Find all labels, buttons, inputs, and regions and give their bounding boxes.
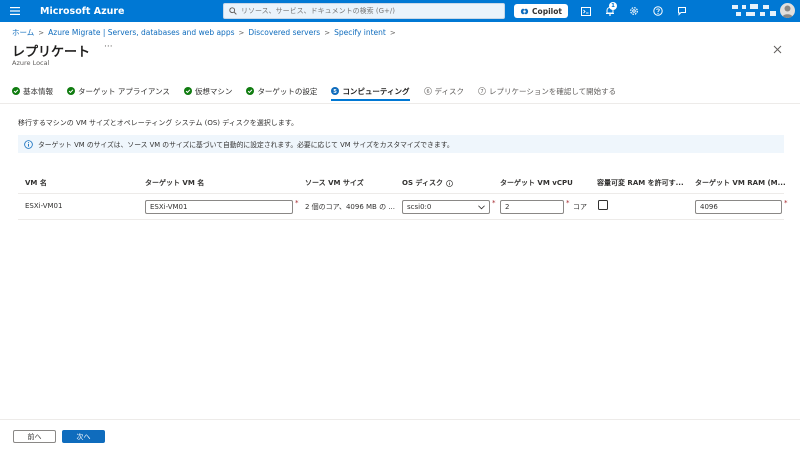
notifications-icon[interactable]: 1 <box>598 0 622 22</box>
wizard-steps: 基本情報 ターゲット アプライアンス 仮想マシン ターゲットの設定 5 コンピュ… <box>12 84 630 101</box>
menu-icon[interactable] <box>0 0 30 22</box>
copilot-button[interactable]: Copilot <box>514 4 568 18</box>
help-icon[interactable] <box>646 0 670 22</box>
column-header-target-ram: ターゲット VM RAM (M... <box>695 179 786 187</box>
divider <box>0 103 800 104</box>
more-options-icon[interactable]: ··· <box>104 42 113 52</box>
portal-brand[interactable]: Microsoft Azure <box>40 6 125 17</box>
ram-input[interactable]: 4096 <box>695 200 782 214</box>
svg-text:6: 6 <box>426 89 429 95</box>
chevron-down-icon <box>478 204 485 209</box>
copilot-label: Copilot <box>532 6 562 16</box>
step-number-icon: 5 <box>331 87 340 95</box>
column-header-target-vcpu: ターゲット VM vCPU <box>500 179 573 187</box>
cloud-shell-icon[interactable] <box>574 0 598 22</box>
step-label: コンピューティング <box>342 86 410 96</box>
tab-target-appliance[interactable]: ターゲット アプライアンス <box>67 84 170 98</box>
column-header-dynamic-ram: 容量可変 RAM を許可す... <box>597 179 684 187</box>
step-number-icon: 6 <box>423 87 432 95</box>
check-circle-icon <box>183 87 192 95</box>
notification-count: 1 <box>609 2 617 10</box>
page-description: 移行するマシンの VM サイズとオペレーティング システム (OS) ディスクを… <box>18 119 299 127</box>
breadcrumb-item-discovered-servers[interactable]: Discovered servers <box>248 28 320 37</box>
breadcrumb-item-home[interactable]: ホーム <box>12 27 34 38</box>
settings-gear-icon[interactable] <box>622 0 646 22</box>
page-title: レプリケート <box>12 45 91 60</box>
info-icon[interactable] <box>446 179 453 187</box>
vm-name-cell: ESXi-VM01 <box>25 202 63 210</box>
copilot-icon <box>520 8 529 14</box>
chevron-right-icon: > <box>389 28 396 37</box>
column-header-source-vm-size: ソース VM サイズ <box>305 179 364 187</box>
info-banner: ターゲット VM のサイズは、ソース VM のサイズに基づいて自動的に設定されま… <box>18 135 784 153</box>
column-header-target-vm-name: ターゲット VM 名 <box>145 179 205 187</box>
search-input[interactable] <box>241 7 491 15</box>
footer-divider <box>0 419 800 420</box>
info-icon <box>24 139 33 149</box>
os-disk-value: scsi0:0 <box>407 203 432 211</box>
tab-compute[interactable]: 5 コンピューティング <box>331 84 410 101</box>
target-vm-name-input[interactable]: ESXi-VM01 <box>145 200 293 214</box>
source-vm-size-cell: 2 個のコア、4096 MB の ... <box>305 203 395 211</box>
step-label: 仮想マシン <box>194 86 233 96</box>
avatar[interactable] <box>780 3 795 18</box>
tab-target-settings[interactable]: ターゲットの設定 <box>246 84 317 98</box>
check-circle-icon <box>67 87 75 95</box>
next-button[interactable]: 次へ <box>62 430 105 443</box>
search-icon <box>229 7 237 15</box>
tab-review-start[interactable]: 7 レプリケーションを確認して開始する <box>478 84 616 98</box>
required-mark: * <box>295 199 299 207</box>
required-mark: * <box>566 199 570 207</box>
dynamic-ram-checkbox[interactable] <box>598 200 608 210</box>
info-text: ターゲット VM のサイズは、ソース VM のサイズに基づいて自動的に設定されま… <box>38 141 454 149</box>
page-subtitle: Azure Local <box>12 59 50 67</box>
svg-text:5: 5 <box>334 89 338 95</box>
column-header-os-disk-label: OS ディスク <box>402 179 443 187</box>
account-info[interactable] <box>730 2 778 20</box>
step-label: 基本情報 <box>23 86 53 96</box>
close-icon[interactable] <box>773 44 782 57</box>
topbar-icons: 1 <box>574 0 694 22</box>
step-label: ターゲット アプライアンス <box>78 86 170 96</box>
previous-button[interactable]: 前へ <box>13 430 56 443</box>
vcpu-input[interactable]: 2 <box>500 200 564 214</box>
step-number-icon: 7 <box>478 87 486 95</box>
required-mark: * <box>492 199 496 207</box>
tab-disks[interactable]: 6 ディスク <box>423 84 464 98</box>
vcpu-unit: コア <box>573 203 587 211</box>
os-disk-select[interactable]: scsi0:0 <box>402 200 490 214</box>
column-header-vm-name: VM 名 <box>25 179 47 187</box>
step-label: ターゲットの設定 <box>257 86 318 96</box>
chevron-right-icon: > <box>38 28 45 37</box>
tab-virtual-machines[interactable]: 仮想マシン <box>183 84 233 98</box>
table-header-divider <box>18 193 784 194</box>
column-header-os-disk: OS ディスク <box>402 178 453 188</box>
table-row-divider <box>18 219 784 220</box>
breadcrumb-item-azure-migrate[interactable]: Azure Migrate | Servers, databases and w… <box>48 28 234 37</box>
breadcrumb-item-specify-intent[interactable]: Specify intent <box>334 28 386 37</box>
step-label: ディスク <box>434 86 464 96</box>
chevron-right-icon: > <box>324 28 331 37</box>
feedback-icon[interactable] <box>670 0 694 22</box>
global-search[interactable] <box>223 3 505 19</box>
tab-basics[interactable]: 基本情報 <box>12 84 53 98</box>
breadcrumb: ホーム > Azure Migrate | Servers, databases… <box>12 27 400 38</box>
svg-text:7: 7 <box>480 89 483 95</box>
check-circle-icon <box>246 87 255 95</box>
check-circle-icon <box>12 87 20 95</box>
step-label: レプリケーションを確認して開始する <box>488 86 617 96</box>
chevron-right-icon: > <box>238 28 245 37</box>
required-mark: * <box>784 199 788 207</box>
